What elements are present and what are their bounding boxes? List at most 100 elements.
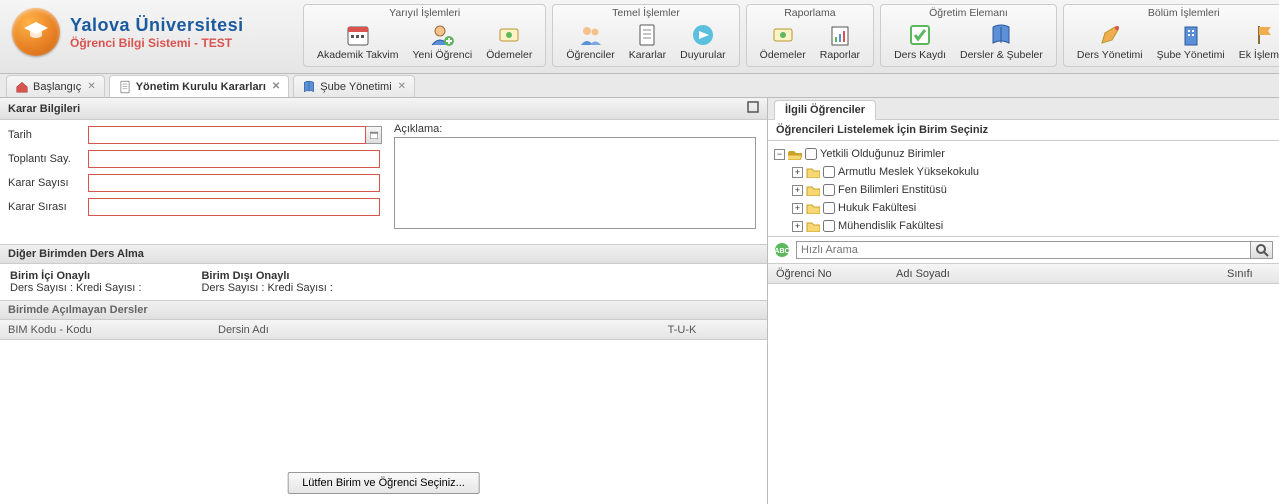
col-tuk: T-U-K [597, 324, 767, 336]
karar-sirasi-input[interactable] [88, 198, 380, 216]
ribbon-item-label: Raporlar [820, 49, 860, 61]
yeni-ogrenci-icon [430, 23, 454, 47]
ribbon-group: Öğretim Elemanı Ders Kaydı Dersler & Şubel… [880, 4, 1057, 67]
col-ogrenci-no: Öğrenci No [768, 268, 888, 280]
tab-sube-yonetimi[interactable]: Şube Yönetimi ✕ [293, 75, 415, 97]
tab-label: Başlangıç [33, 81, 81, 93]
tree-checkbox[interactable] [805, 148, 817, 160]
ribbon: Yarıyıl İşlemleriAkademik Takvim Yeni Öğr… [300, 0, 1279, 69]
folder-icon [806, 184, 820, 196]
birim-ici-onayli-line: Ders Sayısı : Kredi Sayısı : [10, 282, 141, 294]
ribbon-dersler-subeler[interactable]: Dersler & Şubeler [953, 20, 1050, 64]
toplanti-input[interactable] [88, 150, 380, 168]
tree-node[interactable]: +Fen Bilimleri Enstitüsü [792, 181, 1273, 199]
ribbon-group-title: Yarıyıl İşlemleri [304, 5, 545, 20]
ribbon-item-label: Şube Yönetimi [1157, 49, 1225, 61]
panel-maximize-button[interactable] [747, 101, 759, 116]
folder-icon [788, 148, 802, 160]
folder-icon [806, 202, 820, 214]
ribbon-item-label: Ek İşlemler [1239, 49, 1279, 61]
select-birim-ogrenci-button[interactable]: Lütfen Birim ve Öğrenci Seçiniz... [287, 472, 480, 494]
tree-node[interactable]: +Mühendislik Fakültesi [792, 217, 1273, 235]
ribbon-raporlar[interactable]: Raporlar [813, 20, 867, 64]
ribbon-ders-yonetimi[interactable]: Ders Yönetimi [1070, 20, 1150, 64]
col-bim-kodu: BIM Kodu - Kodu [0, 324, 210, 336]
tree-node[interactable]: + Armutlu Meslek Yüksekokulu [792, 163, 1273, 181]
tree-panel-title: Öğrencileri Listelemek İçin Birim Seçini… [768, 120, 1279, 141]
ribbon-sube-yonetimi[interactable]: Şube Yönetimi [1150, 20, 1232, 64]
aciklama-label: Açıklama: [394, 123, 756, 135]
ribbon-akademik-takvim[interactable]: Akademik Takvim [310, 20, 406, 64]
raporlar-icon [828, 23, 852, 47]
karar-sayisi-input[interactable] [88, 174, 380, 192]
student-grid-header: Öğrenci No Adı Soyadı Sınıfı [768, 264, 1279, 284]
ribbon-item-label: Ders Kaydı [894, 49, 946, 61]
ogrenciler-icon [579, 23, 603, 47]
tree-label: Yetkili Olduğunuz Birimler [820, 148, 945, 160]
yonetim-kurulu-tab-icon [118, 80, 132, 94]
ribbon-odemeler2[interactable]: Ödemeler [753, 20, 813, 64]
ribbon-group-title: Raporlama [747, 5, 873, 20]
karar-sirasi-label: Karar Sırası [8, 201, 88, 213]
ribbon-item-label: Ödemeler [486, 49, 532, 61]
tree-checkbox[interactable] [823, 184, 835, 196]
col-dersin-adi: Dersin Adı [210, 324, 597, 336]
tree-toggle-icon[interactable]: + [792, 167, 803, 178]
tree-label: Armutlu Meslek Yüksekokulu [838, 166, 979, 178]
ribbon-group: Temel İşlemlerÖğrenciler Kararlar Duyurula… [552, 4, 739, 67]
section-birimde-acilmayan: Birimde Açılmayan Dersler [0, 300, 767, 320]
quick-search-input[interactable] [796, 241, 1251, 259]
tab-close-icon[interactable]: ✕ [398, 81, 406, 92]
quick-search-button[interactable] [1251, 241, 1273, 259]
ribbon-yeni-ogrenci[interactable]: Yeni Öğrenci [406, 20, 480, 64]
tab-ilgili-ogrenciler[interactable]: İlgili Öğrenciler [774, 100, 876, 120]
tree-checkbox[interactable] [823, 166, 835, 178]
ribbon-group-title: Bölüm İşlemleri [1064, 5, 1279, 20]
tab-baslangic[interactable]: Başlangıç ✕ [6, 75, 105, 97]
ek-islemler-icon [1253, 23, 1277, 47]
toplanti-label: Toplantı Say. [8, 153, 88, 165]
tree-node[interactable]: − Yetkili Olduğunuz Birimler [774, 145, 1273, 163]
section-diger-birimden: Diğer Birimden Ders Alma [0, 244, 767, 264]
tree-toggle-icon[interactable]: − [774, 149, 785, 160]
tree-checkbox[interactable] [823, 220, 835, 232]
folder-icon [806, 166, 820, 178]
panel-karar-bilgileri-header: Karar Bilgileri [0, 98, 767, 120]
birim-ici-onayli-title: Birim İçi Onaylı [10, 270, 141, 282]
ribbon-group-title: Öğretim Elemanı [881, 5, 1056, 20]
right-tabstrip: İlgili Öğrenciler [768, 98, 1279, 120]
ribbon-ogrenciler[interactable]: Öğrenciler [559, 20, 621, 64]
ribbon-duyurular[interactable]: Duyurular [673, 20, 733, 64]
ribbon-ek-islemler[interactable]: Ek İşlemler [1232, 20, 1279, 64]
ribbon-item-label: Kararlar [629, 49, 666, 61]
tree-label: Hukuk Fakültesi [838, 202, 916, 214]
tarih-label: Tarih [8, 129, 88, 141]
ribbon-kararlar[interactable]: Kararlar [622, 20, 673, 64]
ribbon-item-label: Ders Yönetimi [1077, 49, 1143, 61]
tree-toggle-icon[interactable]: + [792, 185, 803, 196]
tree-checkbox[interactable] [823, 202, 835, 214]
duyurular-icon [691, 23, 715, 47]
ribbon-item-label: Yeni Öğrenci [413, 49, 473, 61]
aciklama-textarea[interactable] [394, 137, 756, 229]
tree-toggle-icon[interactable]: + [792, 221, 803, 232]
panel-karar-bilgileri-title: Karar Bilgileri [8, 103, 80, 115]
birim-tree[interactable]: − Yetkili Olduğunuz Birimler + Armutlu Mesl… [768, 141, 1279, 237]
birim-disi-onayli-title: Birim Dışı Onaylı [201, 270, 332, 282]
tab-label: Şube Yönetimi [320, 81, 391, 93]
ribbon-group: Bölüm İşlemleri Ders Yönetimi Şube Yönetim… [1063, 4, 1279, 67]
ribbon-group: RaporlamaÖdemeler Raporlar [746, 4, 874, 67]
tab-close-icon[interactable]: ✕ [87, 81, 95, 92]
tree-node[interactable]: + Hukuk Fakültesi [792, 199, 1273, 217]
sube-yonetimi-tab-icon [302, 80, 316, 94]
tab-yonetim-kurulu[interactable]: Yönetim Kurulu Kararları✕ [109, 75, 290, 97]
tarih-input[interactable] [88, 126, 366, 144]
ribbon-ders-kaydi[interactable]: Ders Kaydı [887, 20, 953, 64]
dersler-grid-header: BIM Kodu - Kodu Dersin Adı T-U-K [0, 320, 767, 340]
tab-close-icon[interactable]: ✕ [272, 81, 280, 92]
ribbon-group-title: Temel İşlemler [553, 5, 738, 20]
ribbon-odemeler1[interactable]: Ödemeler [479, 20, 539, 64]
tarih-datepicker-button[interactable] [366, 126, 382, 144]
app-logo-block: Yalova Üniversitesi Öğrenci Bilgi Sistem… [0, 0, 300, 64]
tree-toggle-icon[interactable]: + [792, 203, 803, 214]
